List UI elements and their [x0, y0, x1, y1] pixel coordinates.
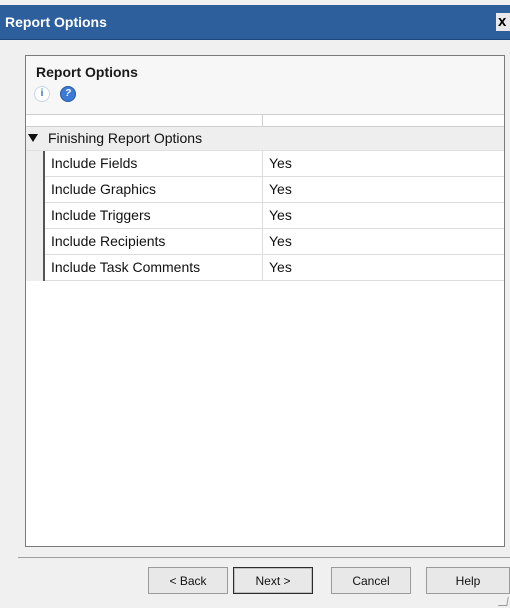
expand-triangle-icon[interactable]: [28, 134, 38, 142]
property-row-include-graphics[interactable]: Include Graphics Yes: [26, 177, 504, 203]
row-separator: [262, 177, 263, 203]
property-row-include-recipients[interactable]: Include Recipients Yes: [26, 229, 504, 255]
property-name: Include Recipients: [51, 233, 166, 249]
property-name: Include Fields: [51, 155, 138, 171]
row-separator: [262, 151, 263, 177]
grid-column-header: [26, 114, 504, 127]
title-bar[interactable]: Report Options x: [0, 5, 510, 40]
close-icon[interactable]: x: [496, 13, 510, 31]
gutter-line: [43, 229, 45, 255]
row-gutter: [26, 203, 45, 229]
property-value[interactable]: Yes: [269, 233, 292, 249]
category-finishing-report-options[interactable]: Finishing Report Options: [26, 127, 504, 151]
property-name: Include Graphics: [51, 181, 157, 197]
row-separator: [262, 255, 263, 281]
report-options-dialog: Report Options x Report Options i ? Fini…: [0, 0, 510, 608]
property-name: Include Task Comments: [51, 259, 201, 275]
info-icon[interactable]: i: [34, 86, 50, 102]
property-value[interactable]: Yes: [269, 155, 292, 171]
property-value[interactable]: Yes: [269, 259, 292, 275]
property-row-include-triggers[interactable]: Include Triggers Yes: [26, 203, 504, 229]
footer-divider: [18, 557, 510, 558]
gutter-line: [43, 151, 45, 177]
property-value[interactable]: Yes: [269, 207, 292, 223]
help-button[interactable]: Help: [426, 567, 510, 594]
cancel-button[interactable]: Cancel: [331, 567, 411, 594]
window-title: Report Options: [5, 14, 107, 30]
property-value[interactable]: Yes: [269, 181, 292, 197]
row-gutter: [26, 229, 45, 255]
property-name: Include Triggers: [51, 207, 151, 223]
report-options-panel: Report Options i ? Finishing Report Opti…: [25, 55, 505, 547]
row-separator: [262, 229, 263, 255]
row-separator: [262, 203, 263, 229]
back-button[interactable]: < Back: [148, 567, 228, 594]
panel-title: Report Options: [36, 64, 138, 80]
gutter-line: [43, 255, 45, 281]
property-rows: Include Fields Yes Include Graphics Yes …: [26, 151, 504, 281]
property-row-include-fields[interactable]: Include Fields Yes: [26, 151, 504, 177]
property-row-include-task-comments[interactable]: Include Task Comments Yes: [26, 255, 504, 281]
resize-grip-icon[interactable]: [498, 597, 509, 606]
column-separator[interactable]: [262, 115, 263, 126]
row-gutter: [26, 151, 45, 177]
row-gutter: [26, 177, 45, 203]
gutter-line: [43, 177, 45, 203]
gutter-line: [43, 203, 45, 229]
category-label: Finishing Report Options: [48, 130, 203, 146]
row-gutter: [26, 255, 45, 281]
help-icon[interactable]: ?: [60, 86, 76, 102]
panel-header: Report Options i ?: [26, 56, 504, 114]
next-button[interactable]: Next >: [233, 567, 313, 594]
